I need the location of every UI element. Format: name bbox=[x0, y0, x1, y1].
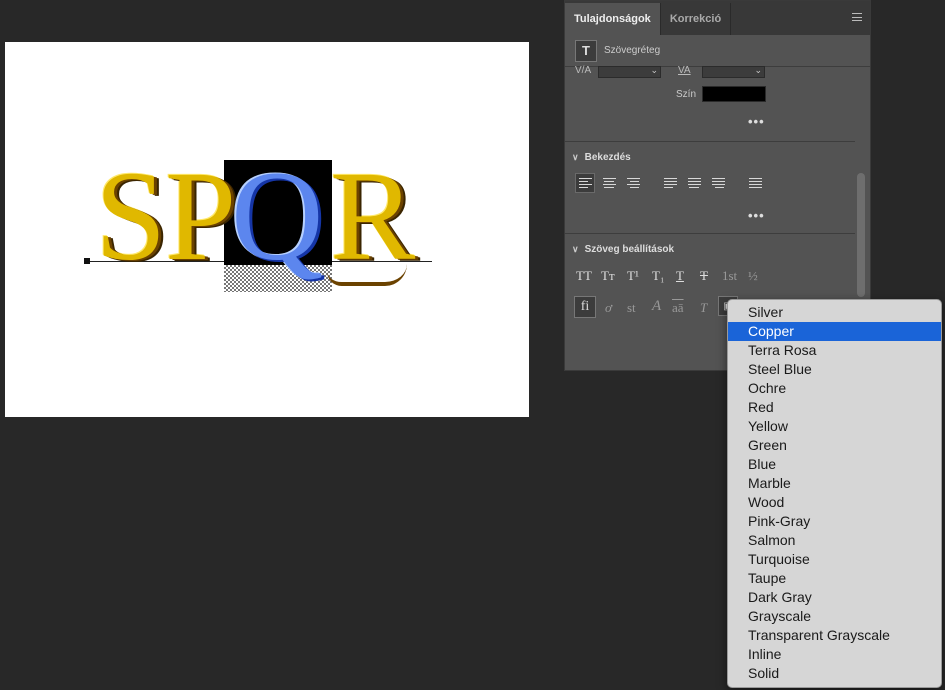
text-color-swatch[interactable] bbox=[702, 86, 766, 102]
letter-r[interactable]: R bbox=[330, 152, 415, 280]
letter-q[interactable]: Q bbox=[231, 152, 323, 280]
letter-s[interactable]: S bbox=[95, 152, 166, 280]
dropdown-item-silver[interactable]: Silver bbox=[728, 303, 941, 322]
underline-icon[interactable]: T bbox=[676, 268, 684, 284]
strikethrough-icon[interactable]: T bbox=[700, 268, 708, 284]
justify-all-button[interactable] bbox=[745, 173, 765, 193]
align-left-button[interactable] bbox=[575, 173, 595, 193]
dropdown-item-red[interactable]: Red bbox=[728, 398, 941, 417]
old-style-icon[interactable]: st bbox=[627, 300, 636, 316]
chevron-down-icon: ∨ bbox=[572, 152, 579, 162]
ordinal-icon[interactable]: 1st bbox=[722, 268, 737, 284]
fraction-icon[interactable]: ½ bbox=[748, 268, 758, 284]
dropdown-item-dark-gray[interactable]: Dark Gray bbox=[728, 588, 941, 607]
tracking-dropdown[interactable]: ⌄ bbox=[598, 65, 661, 78]
dropdown-item-yellow[interactable]: Yellow bbox=[728, 417, 941, 436]
dropdown-item-salmon[interactable]: Salmon bbox=[728, 531, 941, 550]
scrollbar-thumb[interactable] bbox=[857, 173, 865, 297]
letter-p[interactable]: P bbox=[165, 152, 236, 280]
align-center-button[interactable] bbox=[599, 173, 619, 193]
document-canvas[interactable]: S P Q R bbox=[5, 42, 529, 417]
tab-properties[interactable]: Tulajdonságok bbox=[565, 3, 661, 35]
dropdown-item-ochre[interactable]: Ochre bbox=[728, 379, 941, 398]
text-anchor-handle[interactable] bbox=[84, 258, 90, 264]
ligature-icon[interactable]: fi bbox=[574, 296, 596, 318]
panel-menu-icon[interactable] bbox=[852, 13, 862, 21]
titling-alternates-icon[interactable]: T bbox=[700, 300, 707, 316]
align-right-button[interactable] bbox=[623, 173, 643, 193]
character-more-button[interactable]: ••• bbox=[748, 115, 765, 128]
paragraph-section: ∨ Bekezdés ••• bbox=[565, 141, 855, 233]
all-caps-icon[interactable]: TT bbox=[576, 268, 592, 284]
chevron-down-icon: ∨ bbox=[572, 244, 579, 254]
dropdown-item-wood[interactable]: Wood bbox=[728, 493, 941, 512]
dropdown-item-marble[interactable]: Marble bbox=[728, 474, 941, 493]
dropdown-item-steel-blue[interactable]: Steel Blue bbox=[728, 360, 941, 379]
dropdown-item-blue[interactable]: Blue bbox=[728, 455, 941, 474]
dropdown-item-taupe[interactable]: Taupe bbox=[728, 569, 941, 588]
justify-left-button[interactable] bbox=[660, 173, 680, 193]
justify-center-button[interactable] bbox=[684, 173, 704, 193]
paragraph-more-button[interactable]: ••• bbox=[748, 209, 765, 222]
dropdown-item-grayscale[interactable]: Grayscale bbox=[728, 607, 941, 626]
justify-center-icon bbox=[687, 177, 701, 189]
small-caps-icon[interactable]: Tт bbox=[601, 268, 615, 284]
justify-left-icon bbox=[663, 177, 677, 189]
tab-adjustments[interactable]: Korrekció bbox=[661, 3, 732, 35]
justify-right-button[interactable] bbox=[708, 173, 728, 193]
character-section: V/A ⌄ VA ⌄ Szín ••• bbox=[565, 65, 855, 141]
superscript-icon[interactable]: T¹ bbox=[627, 268, 639, 284]
panel-tab-bar: Tulajdonságok Korrekció bbox=[565, 1, 870, 35]
kerning-icon: VA bbox=[678, 65, 691, 76]
paragraph-header[interactable]: ∨ Bekezdés bbox=[572, 152, 631, 163]
chevron-down-icon: ⌄ bbox=[754, 65, 762, 75]
layer-type-row: T Szövegréteg bbox=[565, 35, 870, 67]
align-center-icon bbox=[602, 177, 616, 189]
align-left-icon bbox=[578, 177, 592, 189]
dropdown-item-copper[interactable]: Copper bbox=[728, 322, 941, 341]
dropdown-item-terra-rosa[interactable]: Terra Rosa bbox=[728, 341, 941, 360]
paragraph-title: Bekezdés bbox=[584, 152, 631, 163]
discretionary-ligature-icon[interactable]: ơ bbox=[605, 300, 612, 316]
dropdown-item-turquoise[interactable]: Turquoise bbox=[728, 550, 941, 569]
justify-all-icon bbox=[748, 177, 762, 189]
dropdown-item-solid[interactable]: Solid bbox=[728, 664, 941, 683]
style-dropdown-menu: Silver Copper Terra Rosa Steel Blue Ochr… bbox=[727, 299, 942, 688]
align-right-icon bbox=[626, 177, 640, 189]
dropdown-item-green[interactable]: Green bbox=[728, 436, 941, 455]
kerning-dropdown[interactable]: ⌄ bbox=[702, 65, 765, 78]
subscript-icon[interactable]: T₁ bbox=[652, 268, 664, 284]
dropdown-item-pink-gray[interactable]: Pink-Gray bbox=[728, 512, 941, 531]
stylistic-alternates-icon[interactable]: aā bbox=[672, 300, 684, 316]
tracking-icon: V/A bbox=[575, 65, 592, 76]
text-options-title: Szöveg beállítások bbox=[584, 244, 675, 255]
text-options-header[interactable]: ∨ Szöveg beállítások bbox=[572, 244, 674, 255]
text-layer-icon: T bbox=[575, 39, 597, 62]
layer-type-label: Szövegréteg bbox=[604, 45, 661, 56]
color-label: Szín bbox=[676, 89, 697, 100]
dropdown-item-inline[interactable]: Inline bbox=[728, 645, 941, 664]
swash-icon[interactable]: A bbox=[652, 298, 661, 315]
dropdown-item-transparent-grayscale[interactable]: Transparent Grayscale bbox=[728, 626, 941, 645]
justify-right-icon bbox=[711, 177, 725, 189]
chevron-down-icon: ⌄ bbox=[650, 65, 658, 75]
